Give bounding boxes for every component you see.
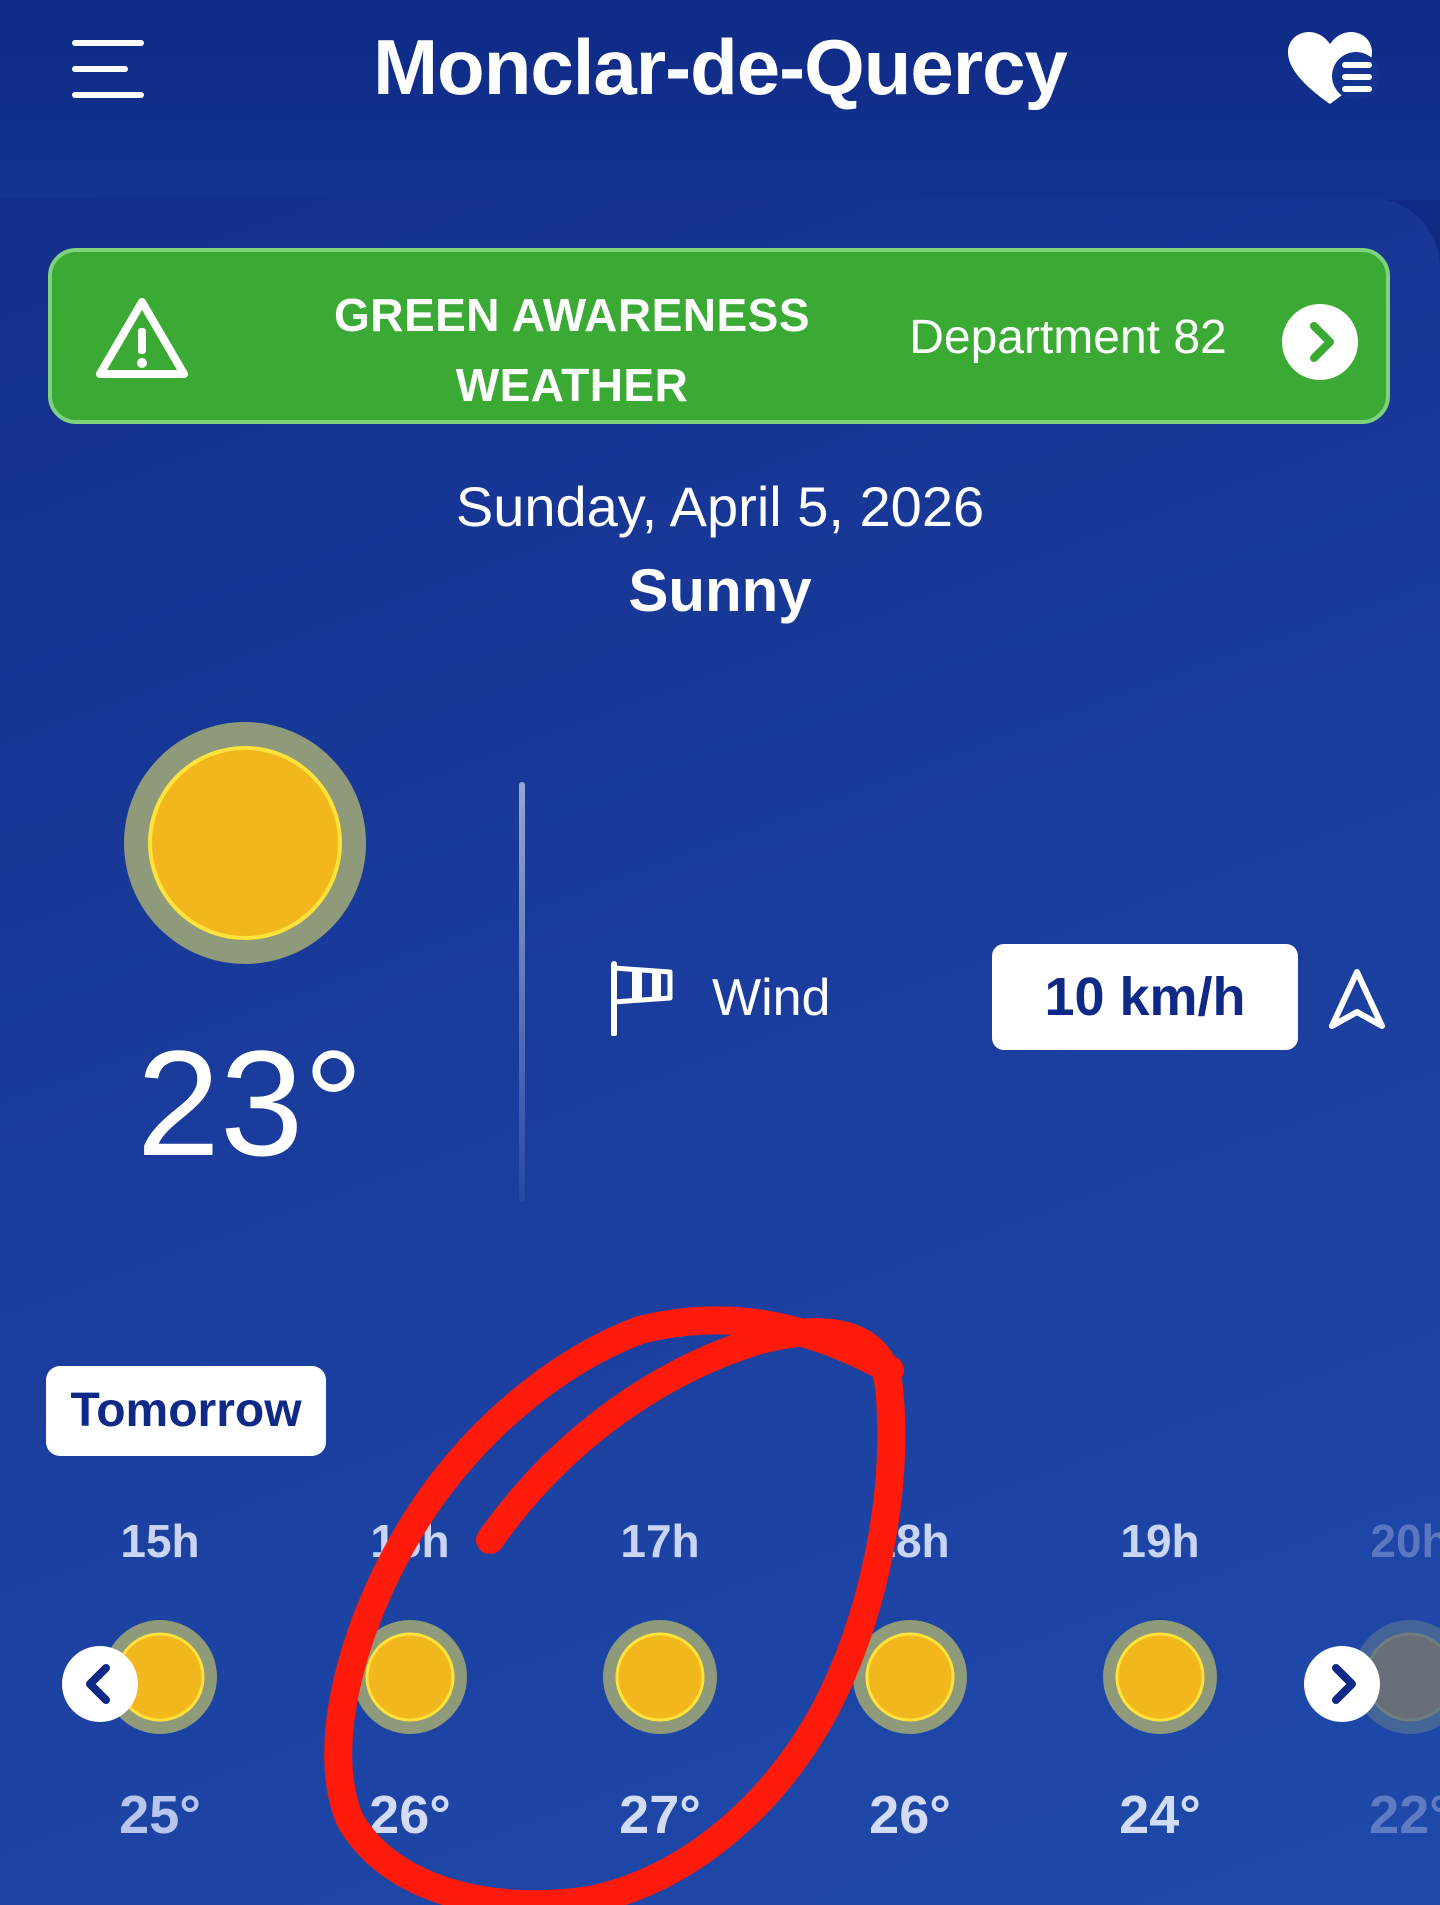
- warning-triangle-icon: [94, 296, 190, 380]
- sun-icon: [853, 1620, 967, 1734]
- hour-temperature: 25°: [119, 1785, 201, 1845]
- heart-list-icon[interactable]: [1286, 30, 1382, 110]
- wind-speed: 10 km/h: [992, 944, 1298, 1050]
- navigation-arrow-icon: [1328, 968, 1386, 1030]
- weather-alert-banner[interactable]: GREEN AWARENESS WEATHER Department 82: [48, 248, 1390, 424]
- hour-label: 17h: [620, 1515, 700, 1567]
- page-title: Monclar-de-Quercy: [373, 23, 1068, 111]
- sun-icon: [1103, 1620, 1217, 1734]
- alert-title: GREEN AWARENESS WEATHER: [333, 289, 811, 411]
- hour-temperature: 24°: [1119, 1785, 1201, 1845]
- hour-label: 19h: [1120, 1515, 1200, 1567]
- scroll-left-button[interactable]: [62, 1646, 138, 1722]
- hour-label: 16h: [370, 1515, 450, 1567]
- hour-label: 18h: [870, 1515, 950, 1567]
- hour-temperature: 26°: [369, 1785, 451, 1845]
- sun-icon: [353, 1620, 467, 1734]
- scroll-right-button[interactable]: [1304, 1646, 1380, 1722]
- hour-label: 20h: [1370, 1515, 1440, 1567]
- chevron-right-icon: [1332, 1664, 1356, 1704]
- alert-department: Department 82: [909, 311, 1227, 364]
- hour-temperature: 22°: [1369, 1785, 1440, 1845]
- hour-temperature: 27°: [619, 1785, 701, 1845]
- chevron-left-icon: [86, 1664, 110, 1704]
- wind-label: Wind: [712, 969, 831, 1027]
- hour-label: 15h: [120, 1515, 200, 1567]
- sun-icon: [124, 722, 366, 964]
- current-temperature: 23°: [136, 1019, 364, 1187]
- hour-temperature: 26°: [869, 1785, 951, 1845]
- windsock-icon: [608, 960, 676, 1037]
- tomorrow-button[interactable]: Tomorrow: [46, 1366, 326, 1456]
- sun-icon: [603, 1620, 717, 1734]
- weather-condition: Sunny: [628, 557, 812, 624]
- current-date: Sunday, April 5, 2026: [455, 475, 985, 538]
- chevron-right-icon[interactable]: [1282, 304, 1358, 380]
- divider: [519, 782, 525, 1202]
